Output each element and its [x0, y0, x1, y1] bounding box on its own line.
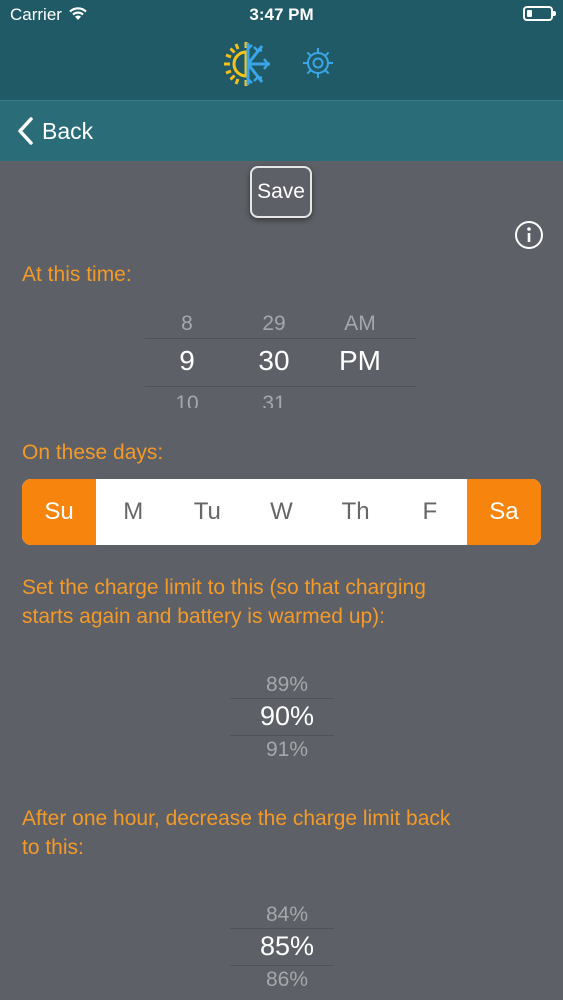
after-label-line: to this: — [22, 836, 84, 859]
info-icon[interactable] — [514, 220, 544, 250]
after-label-line: After one hour, decrease the charge limi… — [22, 807, 451, 830]
days-section-label: On these days: — [22, 441, 164, 464]
day-sunday[interactable]: Su — [22, 479, 97, 545]
after-selected[interactable]: 85% — [232, 931, 342, 962]
picker-divider — [230, 735, 334, 736]
back-button[interactable]: Back — [16, 115, 93, 147]
picker-divider — [145, 386, 417, 387]
gear-icon[interactable] — [301, 46, 335, 80]
ampm-selected[interactable]: PM — [325, 345, 395, 377]
picker-divider — [145, 338, 417, 339]
day-selector: Su M Tu W Th F Sa — [22, 479, 541, 545]
sun-snowflake-icon[interactable] — [218, 40, 274, 88]
status-bar: Carrier 3:47 PM — [0, 0, 563, 30]
day-wednesday[interactable]: W — [244, 479, 318, 545]
back-label: Back — [42, 117, 94, 144]
ampm-prev: AM — [344, 312, 376, 332]
time-section-label: At this time: — [22, 263, 132, 286]
charge-selected[interactable]: 90% — [232, 701, 342, 732]
chevron-left-icon — [18, 117, 33, 145]
nav-bar: Back — [0, 100, 563, 161]
day-saturday[interactable]: Sa — [466, 479, 541, 545]
hour-next: 10 — [175, 392, 199, 408]
charge-prev: 89% — [265, 673, 309, 696]
day-thursday[interactable]: Th — [319, 479, 393, 545]
picker-divider — [230, 928, 334, 929]
minute-prev: 29 — [262, 312, 286, 332]
after-next: 86% — [265, 968, 309, 990]
after-section-label: After one hour, decrease the charge limi… — [22, 804, 450, 862]
minute-next: 31 — [262, 392, 286, 408]
app-header: Carrier 3:47 PM — [0, 0, 563, 100]
charge-next: 91% — [265, 738, 309, 758]
battery-icon — [523, 6, 556, 21]
picker-divider — [230, 965, 334, 966]
day-friday[interactable]: F — [393, 479, 467, 545]
status-time: 3:47 PM — [249, 5, 314, 24]
after-prev: 84% — [265, 903, 309, 926]
hour-selected[interactable]: 9 — [157, 345, 217, 377]
charge-label-line: Set the charge limit to this (so that ch… — [22, 576, 426, 599]
charge-label-line: starts again and battery is warmed up): — [22, 605, 386, 628]
save-button[interactable]: Save — [250, 166, 312, 218]
charge-section-label: Set the charge limit to this (so that ch… — [22, 573, 426, 631]
day-monday[interactable]: M — [96, 479, 170, 545]
hour-prev: 8 — [181, 312, 193, 332]
picker-divider — [230, 698, 334, 699]
minute-selected[interactable]: 30 — [244, 345, 304, 377]
day-tuesday[interactable]: Tu — [170, 479, 244, 545]
